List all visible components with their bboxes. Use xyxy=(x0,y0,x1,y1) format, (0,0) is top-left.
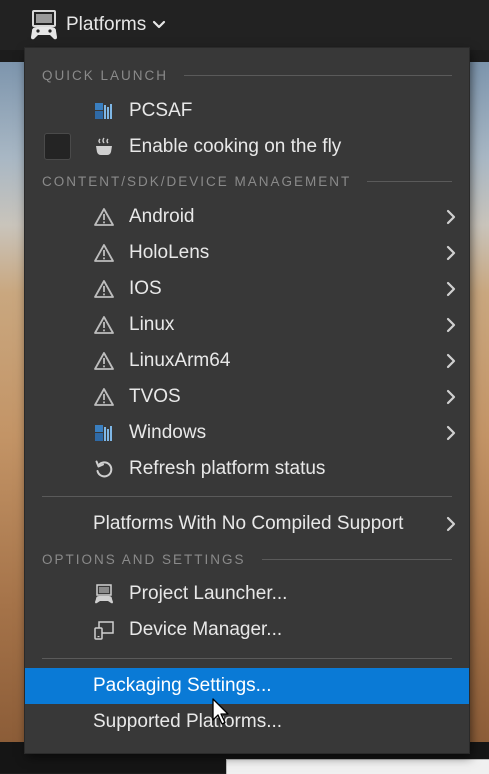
project-launcher-icon xyxy=(95,584,113,604)
menu-item-label: Android xyxy=(129,206,195,227)
menu-item-label: Platforms With No Compiled Support xyxy=(93,513,404,534)
submenu-arrow-icon xyxy=(445,516,457,532)
enable-cooking-checkbox[interactable] xyxy=(44,133,71,160)
submenu-arrow-icon xyxy=(445,389,457,405)
submenu-arrow-icon xyxy=(445,425,457,441)
menu-item-refresh-platform-status[interactable]: Refresh platform status xyxy=(25,451,469,487)
device-manager-icon xyxy=(94,621,114,640)
warning-icon xyxy=(94,387,114,407)
menu-item-pcsaf[interactable]: PCSAF xyxy=(25,93,469,129)
warning-icon xyxy=(94,351,114,371)
divider xyxy=(261,558,452,560)
menu-item-linuxarm64[interactable]: LinuxArm64 xyxy=(25,343,469,379)
warning-icon xyxy=(94,207,114,227)
options-settings-header: OPTIONS AND SETTINGS xyxy=(42,551,452,567)
windows-platform-icon xyxy=(94,423,114,443)
mouse-cursor-icon xyxy=(212,698,229,725)
menu-item-label: Refresh platform status xyxy=(129,458,326,479)
platforms-menu-button[interactable]: Platforms xyxy=(28,6,166,44)
submenu-arrow-icon xyxy=(445,281,457,297)
menu-item-tvos[interactable]: TVOS xyxy=(25,379,469,415)
submenu-arrow-icon xyxy=(445,317,457,333)
warning-icon xyxy=(94,243,114,263)
submenu-arrow-icon xyxy=(445,353,457,369)
menu-item-linux[interactable]: Linux xyxy=(25,307,469,343)
platforms-menu-label: Platforms xyxy=(66,14,147,35)
menu-item-label: Supported Platforms... xyxy=(93,711,283,732)
cooking-pot-icon xyxy=(96,137,112,155)
menu-item-label: IOS xyxy=(129,278,162,299)
divider xyxy=(367,180,452,182)
menu-separator xyxy=(42,496,452,497)
content-management-header: CONTENT/SDK/DEVICE MANAGEMENT xyxy=(42,173,452,189)
menu-item-project-launcher[interactable]: Project Launcher... xyxy=(25,576,469,612)
refresh-icon xyxy=(95,460,113,478)
menu-separator xyxy=(42,658,452,659)
menu-item-android[interactable]: Android xyxy=(25,199,469,235)
menu-item-label: Enable cooking on the fly xyxy=(129,136,342,157)
menu-item-label: Linux xyxy=(129,314,175,335)
menu-item-label: Packaging Settings... xyxy=(93,675,272,696)
warning-icon xyxy=(94,315,114,335)
chevron-down-icon xyxy=(153,20,166,29)
menu-item-supported-platforms[interactable]: Supported Platforms... xyxy=(25,704,469,740)
menu-item-hololens[interactable]: HoloLens xyxy=(25,235,469,271)
quick-launch-header-label: QUICK LAUNCH xyxy=(42,67,169,83)
content-management-header-label: CONTENT/SDK/DEVICE MANAGEMENT xyxy=(42,173,352,189)
platforms-icon xyxy=(31,10,57,40)
platforms-dropdown-menu: QUICK LAUNCH PCSAF Enable cooking on the… xyxy=(25,48,469,753)
menu-item-enable-cooking[interactable]: Enable cooking on the fly xyxy=(25,129,469,165)
bottom-panel xyxy=(226,759,489,774)
menu-item-label: LinuxArm64 xyxy=(129,350,231,371)
menu-item-label: Device Manager... xyxy=(129,619,283,640)
warning-icon xyxy=(94,279,114,299)
menu-item-windows[interactable]: Windows xyxy=(25,415,469,451)
menu-item-no-compiled-support[interactable]: Platforms With No Compiled Support xyxy=(25,506,469,542)
menu-item-label: Project Launcher... xyxy=(129,583,288,604)
submenu-arrow-icon xyxy=(445,245,457,261)
divider xyxy=(184,74,452,76)
windows-platform-icon xyxy=(94,101,114,121)
quick-launch-header: QUICK LAUNCH xyxy=(42,67,452,83)
menu-item-label: TVOS xyxy=(129,386,181,407)
menu-item-label: Windows xyxy=(129,422,207,443)
menu-item-label: PCSAF xyxy=(129,100,193,121)
menu-item-ios[interactable]: IOS xyxy=(25,271,469,307)
menu-item-device-manager[interactable]: Device Manager... xyxy=(25,612,469,648)
menu-item-packaging-settings[interactable]: Packaging Settings... xyxy=(25,668,469,704)
menu-item-label: HoloLens xyxy=(129,242,210,263)
toolbar: Platforms xyxy=(0,0,489,50)
submenu-arrow-icon xyxy=(445,209,457,225)
options-settings-header-label: OPTIONS AND SETTINGS xyxy=(42,551,246,567)
